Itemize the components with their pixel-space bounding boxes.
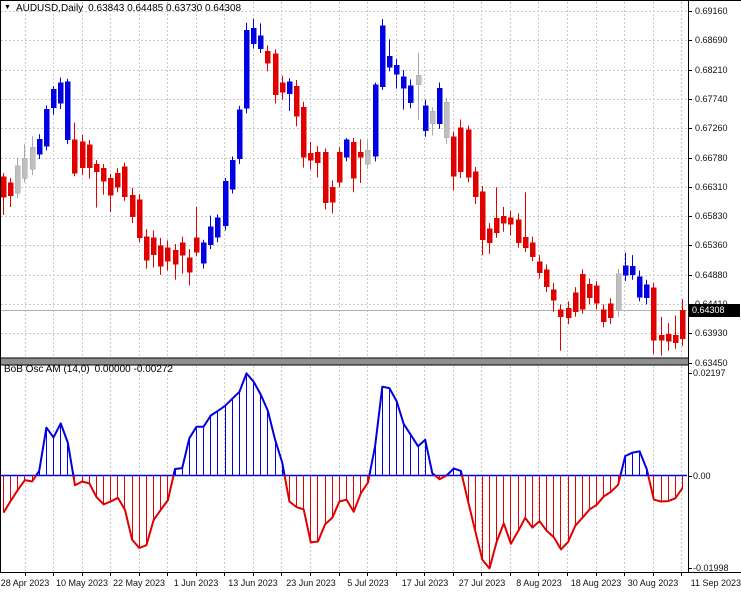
chart-title-bar: ▼ AUDUSD,Daily 0.63843 0.64485 0.63730 0… bbox=[4, 2, 241, 14]
price-axis-label: 0.63930 bbox=[695, 328, 728, 338]
price-axis-label: 0.68690 bbox=[695, 35, 728, 45]
price-axis-label: 0.69160 bbox=[695, 6, 728, 16]
price-axis-label: 0.68210 bbox=[695, 65, 728, 75]
price-axis-label: 0.66310 bbox=[695, 182, 728, 192]
price-axis-label: 0.64880 bbox=[695, 270, 728, 280]
price-panel[interactable] bbox=[0, 2, 687, 357]
indicator-values: 0.00000 -0.00272 bbox=[94, 364, 173, 375]
oscillator-axis-label: 0.02197 bbox=[693, 368, 726, 378]
oscillator-axis-label: -0.01998 bbox=[693, 563, 729, 573]
symbol-dropdown-icon[interactable]: ▼ bbox=[4, 3, 11, 13]
current-price-badge: 0.64308 bbox=[688, 304, 740, 317]
ohlc-values: 0.63843 0.64485 0.63730 0.64308 bbox=[88, 2, 242, 14]
date-axis-label: 11 Sep 2023 bbox=[690, 578, 741, 588]
indicator-title-bar: BoB Osc AM (14,0) 0.00000 -0.00272 bbox=[4, 364, 173, 375]
oscillator-panel[interactable] bbox=[1, 366, 687, 571]
chart-window: ▼ AUDUSD,Daily 0.63843 0.64485 0.63730 0… bbox=[0, 0, 741, 600]
current-price-value: 0.64308 bbox=[692, 305, 725, 315]
price-axis-label: 0.65830 bbox=[695, 211, 728, 221]
symbol-period-title: AUDUSD,Daily bbox=[15, 2, 84, 14]
chart-frame bbox=[0, 0, 741, 576]
price-axis-label: 0.65360 bbox=[695, 240, 728, 250]
price-axis-label: 0.66780 bbox=[695, 153, 728, 163]
price-axis-label: 0.67740 bbox=[695, 94, 728, 104]
oscillator-axis-label: 0.00 bbox=[693, 471, 711, 481]
indicator-name: BoB Osc AM (14,0) bbox=[4, 364, 90, 375]
chart-canvas[interactable] bbox=[0, 0, 741, 600]
price-axis-label: 0.67260 bbox=[695, 123, 728, 133]
